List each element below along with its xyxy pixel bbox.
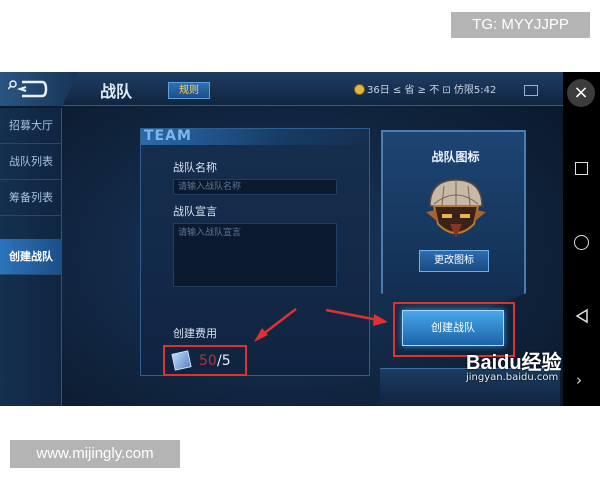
home-icon[interactable] bbox=[574, 235, 589, 250]
phone-screen: 战队 规则 36日 ≤ 省 ≥ 不 ⊡ 仿限5:42 招募大厅 战队列表 筹备列… bbox=[0, 72, 600, 406]
arrow-to-cost-head bbox=[254, 328, 268, 342]
chevron-right-icon[interactable]: › bbox=[576, 371, 582, 389]
game-screen: 战队 规则 36日 ≤ 省 ≥ 不 ⊡ 仿限5:42 招募大厅 战队列表 筹备列… bbox=[0, 72, 563, 406]
tg-watermark: TG: MYYJJPP bbox=[451, 12, 590, 38]
baidu-watermark: Baidu经验 jingyan.baidu.com bbox=[466, 346, 562, 383]
back-triangle-icon[interactable] bbox=[574, 308, 590, 324]
screenshot-page: TG: MYYJJPP 战队 规则 36日 ≤ 省 ≥ 不 ⊡ 仿限5:42 招… bbox=[0, 0, 600, 480]
arrow-to-create-head bbox=[373, 314, 388, 326]
site-watermark: www.mijingly.com bbox=[10, 440, 180, 468]
close-icon[interactable]: × bbox=[567, 79, 595, 107]
android-nav-bar: × › bbox=[563, 72, 600, 406]
baidu-logo: Baidu经验 bbox=[466, 352, 562, 374]
arrow-to-create bbox=[325, 308, 379, 322]
recent-apps-icon[interactable] bbox=[575, 162, 588, 175]
baidu-url: jingyan.baidu.com bbox=[466, 372, 559, 383]
